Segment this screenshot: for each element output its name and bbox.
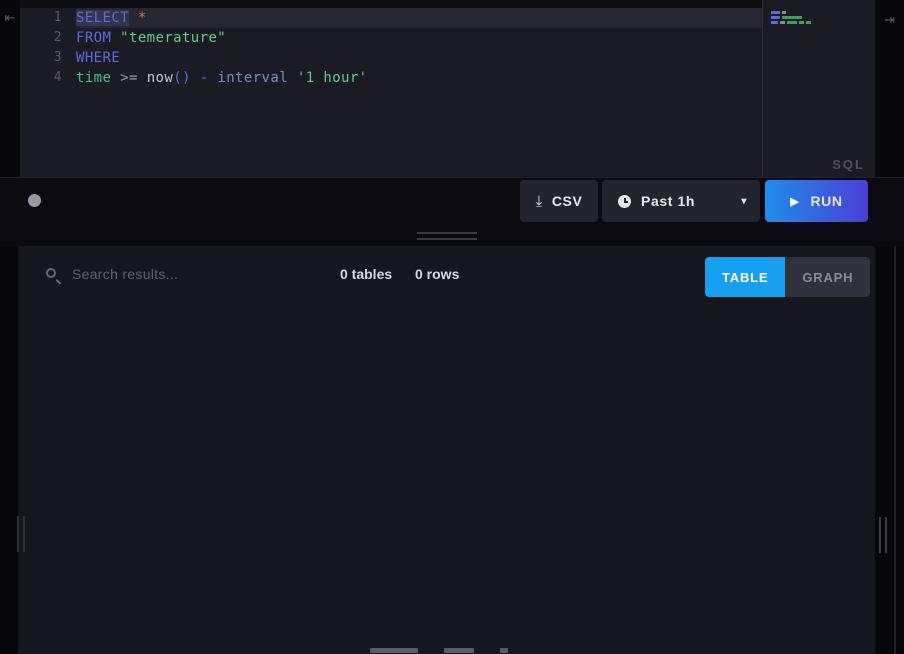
play-icon: ▶ — [790, 195, 799, 208]
partial-glyph — [444, 648, 474, 653]
search-icon — [46, 268, 56, 278]
code-minimap — [771, 11, 813, 26]
collapse-left-icon[interactable]: ⇤ — [0, 10, 20, 26]
query-toolbar: ⤓ CSV Past 1h ▾ ▶ RUN — [0, 177, 904, 224]
clock-icon — [618, 195, 631, 208]
chevron-down-icon: ▾ — [741, 196, 747, 207]
editor-right-rail: ⇥ — [875, 0, 904, 177]
csv-download-button[interactable]: ⤓ CSV — [520, 180, 598, 222]
code-line[interactable]: 4 time >= now() - interval '1 hour' — [20, 68, 762, 88]
tables-count: 0 tables — [340, 246, 392, 302]
sql-editor-region: 1 SELECT * 2 FROM "temerature" 3 WHERE 4 time >… — [0, 0, 904, 177]
handle-bar — [17, 516, 19, 552]
view-mode-tabs: TABLE GRAPH — [705, 257, 870, 297]
run-query-button[interactable]: ▶ RUN — [765, 180, 868, 222]
tab-table[interactable]: TABLE — [705, 257, 785, 297]
tab-graph[interactable]: GRAPH — [785, 257, 870, 297]
run-button-label: RUN — [810, 193, 842, 209]
horizontal-splitter — [0, 224, 904, 246]
query-status-dot — [28, 194, 41, 207]
splitter-drag-handle[interactable] — [417, 232, 477, 244]
results-toolbar: 0 tables 0 rows TABLE GRAPH — [18, 246, 875, 302]
code-line-content: WHERE — [76, 48, 762, 68]
splitter-bar — [417, 232, 477, 234]
editor-left-rail: ⇤ — [0, 0, 20, 177]
code-line-content: SELECT * — [76, 8, 762, 28]
search-results-input[interactable] — [72, 258, 302, 290]
time-range-dropdown[interactable]: Past 1h ▾ — [602, 180, 760, 222]
right-scroll-rail[interactable] — [894, 246, 896, 654]
code-line-content: time >= now() - interval '1 hour' — [76, 68, 762, 88]
left-resize-handle[interactable] — [16, 516, 28, 552]
handle-bar — [23, 516, 25, 552]
line-number: 2 — [20, 28, 62, 48]
partial-glyph — [370, 648, 418, 653]
right-resize-handle[interactable] — [878, 517, 890, 553]
code-line-content: FROM "temerature" — [76, 28, 762, 48]
csv-button-label: CSV — [552, 193, 583, 209]
splitter-bar — [417, 238, 477, 240]
handle-bar — [885, 517, 887, 553]
language-label: SQL — [832, 157, 865, 172]
code-line[interactable]: 2 FROM "temerature" — [20, 28, 762, 48]
code-line[interactable]: 1 SELECT * — [20, 8, 762, 28]
bottom-partial-text — [370, 648, 534, 654]
code-line[interactable]: 3 WHERE — [20, 48, 762, 68]
code-lines[interactable]: 1 SELECT * 2 FROM "temerature" 3 WHERE 4 time >… — [20, 8, 762, 88]
code-editor[interactable]: 1 SELECT * 2 FROM "temerature" 3 WHERE 4 time >… — [20, 8, 762, 177]
editor-right-pane: SQL — [763, 0, 875, 177]
line-number: 4 — [20, 68, 62, 88]
collapse-right-icon[interactable]: ⇥ — [875, 12, 904, 28]
line-number: 1 — [20, 8, 62, 28]
time-range-label: Past 1h — [641, 193, 695, 209]
partial-glyph — [500, 648, 508, 653]
line-number: 3 — [20, 48, 62, 68]
handle-bar — [879, 517, 881, 553]
download-icon: ⤓ — [536, 193, 543, 210]
rows-count: 0 rows — [415, 246, 459, 302]
results-panel: 0 tables 0 rows TABLE GRAPH — [18, 246, 875, 654]
